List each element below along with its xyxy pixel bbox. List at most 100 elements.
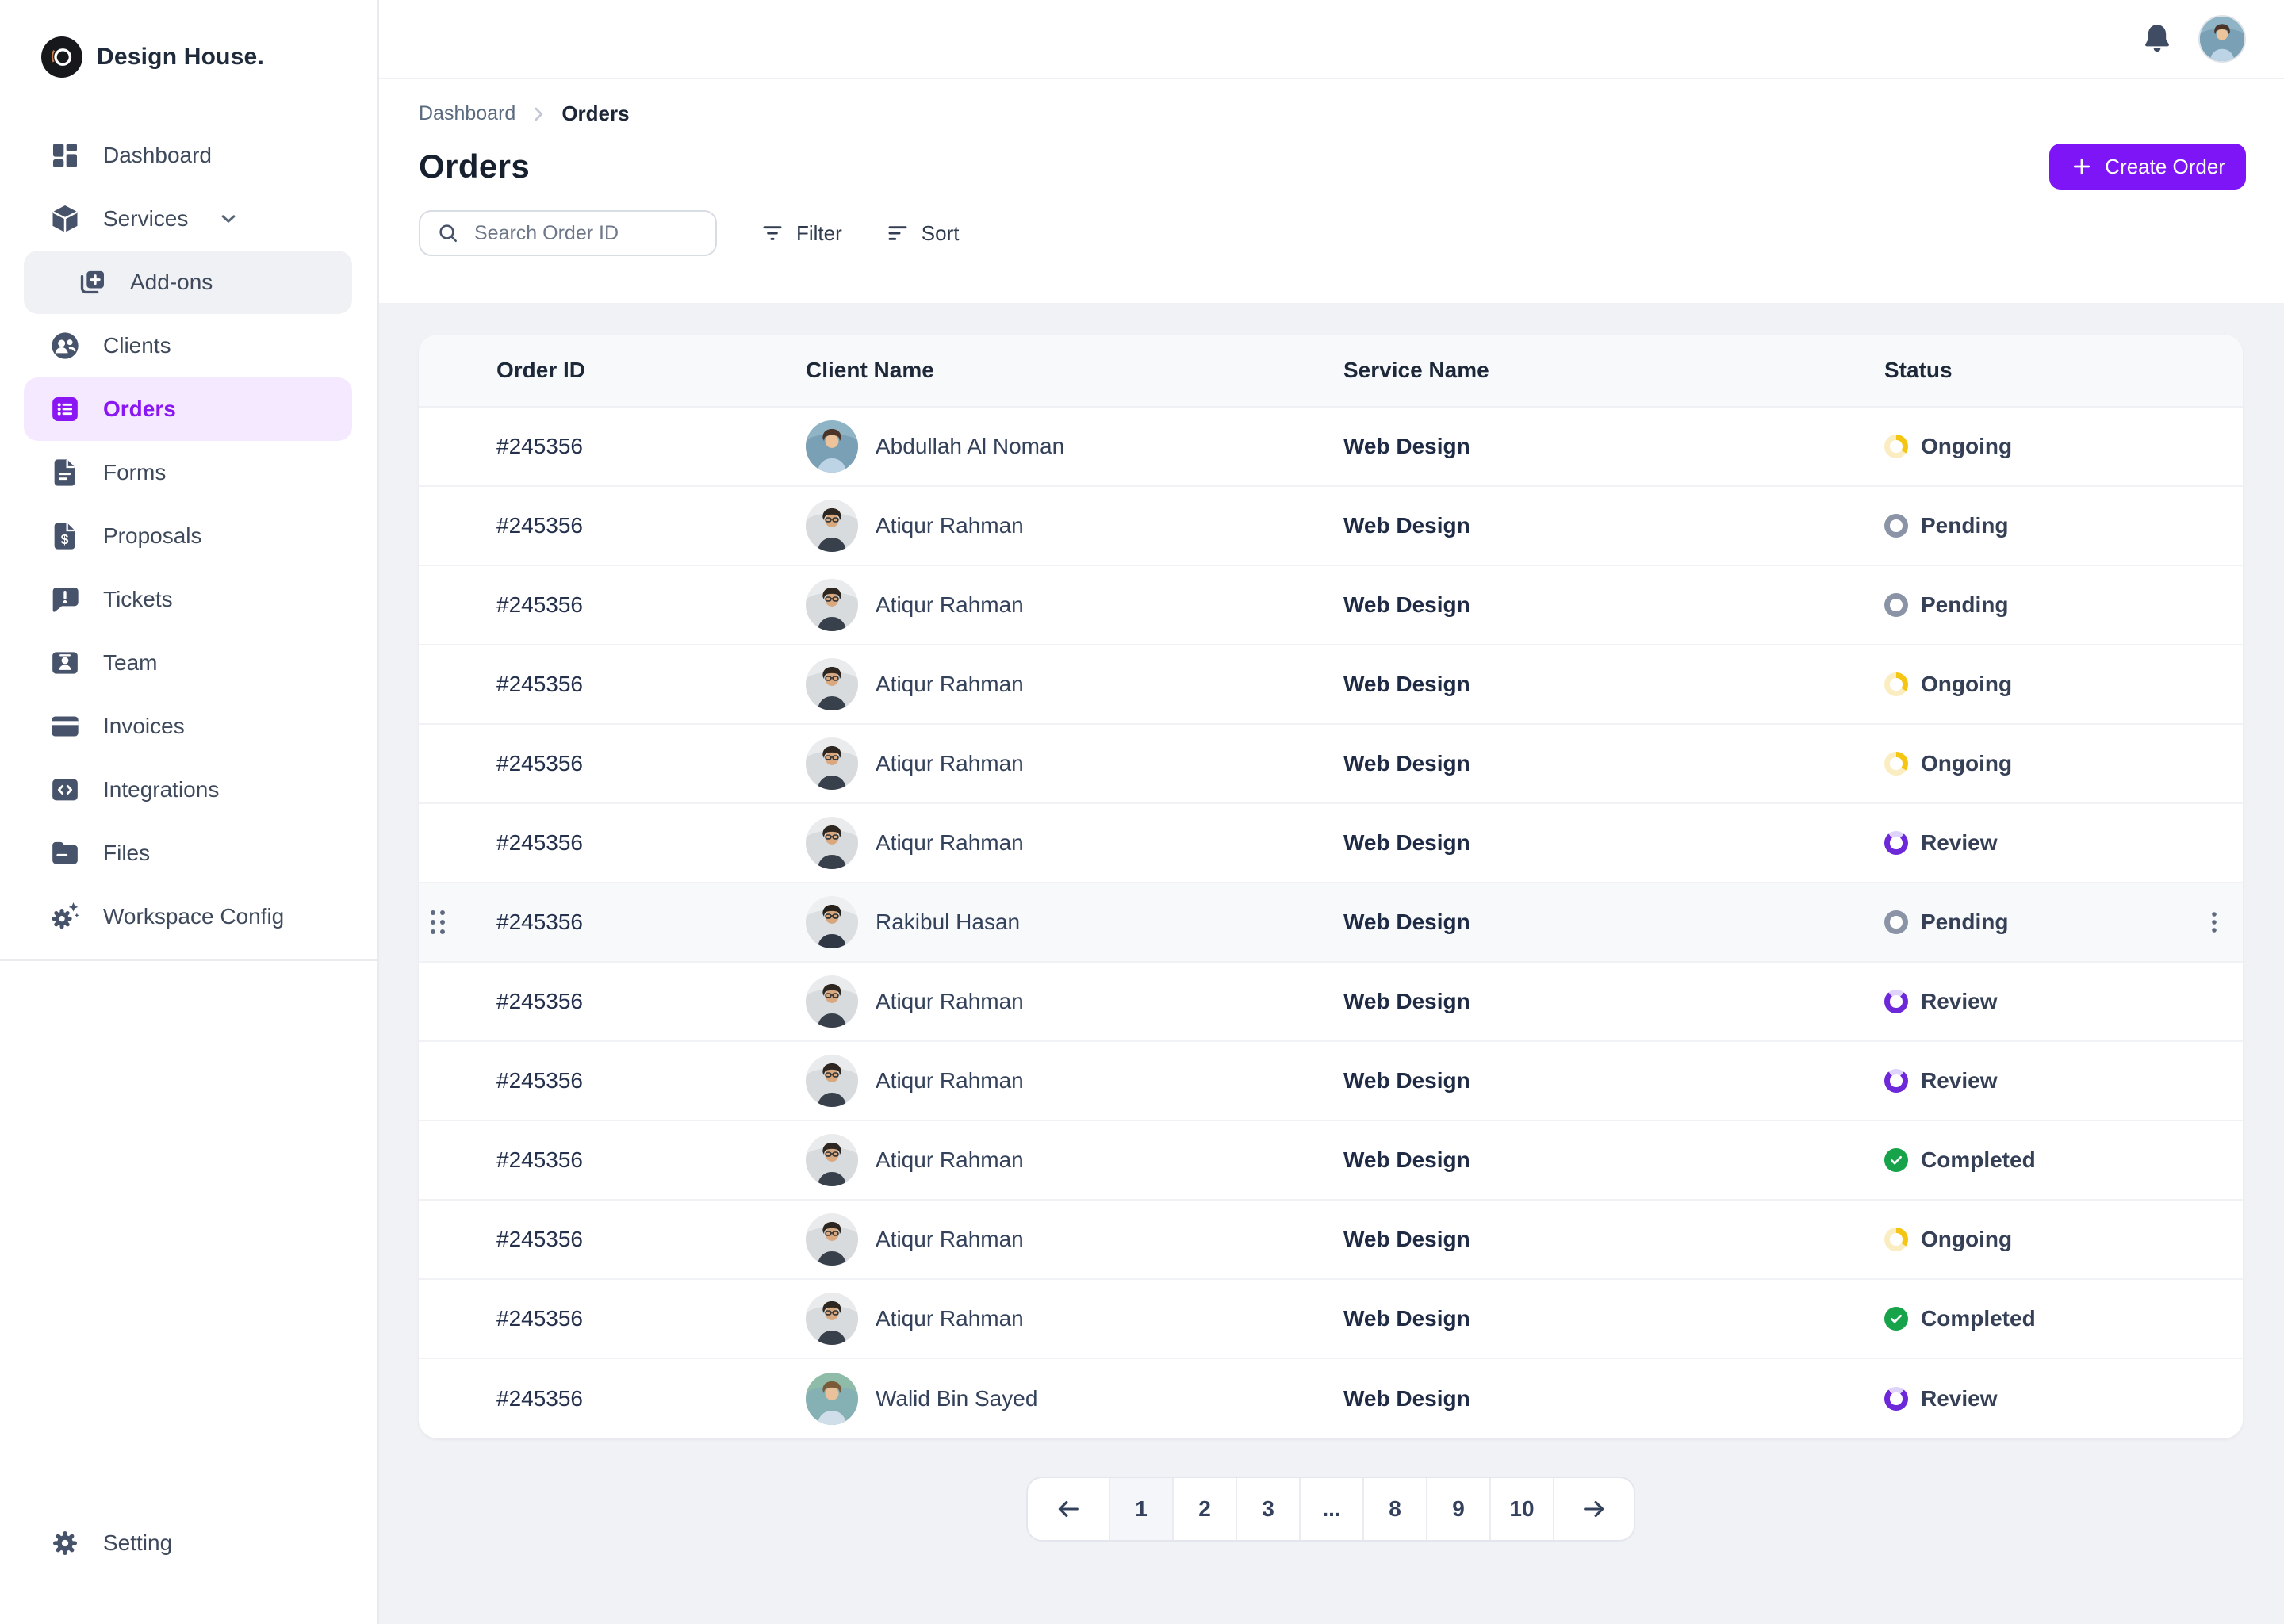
sidebar-item-files[interactable]: Files xyxy=(24,822,352,885)
create-order-button[interactable]: Create Order xyxy=(2049,144,2246,190)
client-name: Atiqur Rahman xyxy=(876,1227,1024,1251)
sort-button[interactable]: Sort xyxy=(885,220,960,246)
table-row[interactable]: #245356 Atiqur Rahman Web Design Review xyxy=(419,804,2243,883)
breadcrumb-current: Orders xyxy=(561,102,630,125)
page-button-2[interactable]: 2 xyxy=(1172,1478,1236,1540)
client-name: Atiqur Rahman xyxy=(876,830,1024,855)
sidebar-item-team[interactable]: Team xyxy=(24,631,352,695)
table-header: Order ID Client Name Service Name Status xyxy=(419,335,2243,408)
page-header: Dashboard Orders Orders Create Order F xyxy=(379,79,2284,303)
sidebar-item-services[interactable]: Services xyxy=(24,187,352,251)
services-box-icon xyxy=(49,203,81,235)
sidebar-item-invoices[interactable]: Invoices xyxy=(24,695,352,758)
filter-lines-icon xyxy=(760,220,785,246)
page-button-3[interactable]: 3 xyxy=(1236,1478,1299,1540)
user-avatar[interactable] xyxy=(2198,15,2246,63)
breadcrumb: Dashboard Orders xyxy=(419,102,2246,126)
next-page-button[interactable] xyxy=(1553,1478,1634,1540)
table-row[interactable]: #245356 Atiqur Rahman Web Design Review xyxy=(419,1042,2243,1121)
sidebar-item-integrations[interactable]: Integrations xyxy=(24,758,352,822)
status-pending-icon xyxy=(1884,593,1908,617)
sidebar-item-label: Orders xyxy=(103,396,176,421)
sidebar-item-clients[interactable]: Clients xyxy=(24,314,352,377)
chevron-down-icon xyxy=(217,207,240,231)
sidebar-item-orders[interactable]: Orders xyxy=(24,377,352,441)
sidebar-nav: Dashboard Services Add-ons Clients Orders For… xyxy=(0,124,377,948)
sidebar-item-label: Add-ons xyxy=(130,270,213,294)
order-id-cell: #245356 xyxy=(496,592,584,617)
service-cell: Web Design xyxy=(1343,830,1470,855)
sidebar-item-label: Clients xyxy=(103,333,171,358)
service-cell: Web Design xyxy=(1343,434,1470,458)
client-name: Atiqur Rahman xyxy=(876,1068,1024,1093)
filter-button[interactable]: Filter xyxy=(760,220,842,246)
sidebar-item-add-ons[interactable]: Add-ons xyxy=(24,251,352,314)
sidebar-item-setting[interactable]: Setting xyxy=(24,1511,352,1575)
topbar xyxy=(379,0,2284,79)
sidebar-item-label: Services xyxy=(103,206,189,231)
sidebar-item-forms[interactable]: Forms xyxy=(24,441,352,504)
dashboard-icon xyxy=(49,140,81,171)
table-row[interactable]: #245356 Atiqur Rahman Web Design Ongoing xyxy=(419,1201,2243,1280)
breadcrumb-dashboard-link[interactable]: Dashboard xyxy=(419,102,515,125)
status-review-icon xyxy=(1884,1069,1908,1093)
page-button-8[interactable]: 8 xyxy=(1362,1478,1426,1540)
client-name: Atiqur Rahman xyxy=(876,1306,1024,1331)
table-row[interactable]: #245356 Atiqur Rahman Web Design Complet… xyxy=(419,1280,2243,1359)
table-row[interactable]: #245356 Atiqur Rahman Web Design Ongoing xyxy=(419,645,2243,725)
table-row[interactable]: #245356 Atiqur Rahman Web Design Ongoing xyxy=(419,725,2243,804)
service-cell: Web Design xyxy=(1343,513,1470,538)
sidebar-item-workspace-config[interactable]: Workspace Config xyxy=(24,885,352,948)
status-cell: Ongoing xyxy=(1884,1227,2243,1252)
client-avatar xyxy=(806,737,858,790)
search-box[interactable] xyxy=(419,210,717,256)
drag-handle-icon[interactable] xyxy=(425,906,450,938)
client-name: Atiqur Rahman xyxy=(876,1147,1024,1172)
client-name: Atiqur Rahman xyxy=(876,751,1024,776)
status-completed-icon xyxy=(1884,1307,1908,1331)
status-cell: Review xyxy=(1884,989,2243,1014)
client-cell: Atiqur Rahman xyxy=(806,1213,1343,1266)
service-cell: Web Design xyxy=(1343,1306,1470,1331)
client-name: Atiqur Rahman xyxy=(876,672,1024,696)
table-row[interactable]: #245356 Atiqur Rahman Web Design Review xyxy=(419,963,2243,1042)
page-ellipsis[interactable]: ... xyxy=(1299,1478,1362,1540)
status-pending-icon xyxy=(1884,910,1908,934)
brand: Design House. xyxy=(0,0,377,78)
tickets-chat-alert-icon xyxy=(49,584,81,615)
status-pending-icon xyxy=(1884,514,1908,538)
table-row[interactable]: #245356 Atiqur Rahman Web Design Pending xyxy=(419,487,2243,566)
status-label: Ongoing xyxy=(1921,672,2013,696)
page-title: Orders xyxy=(419,147,531,185)
client-avatar xyxy=(806,500,858,552)
sidebar-item-tickets[interactable]: Tickets xyxy=(24,568,352,631)
page-button-9[interactable]: 9 xyxy=(1426,1478,1489,1540)
notifications-bell-icon[interactable] xyxy=(2140,21,2175,56)
pagination: 1 2 3... 8 9 10 xyxy=(1026,1477,1635,1542)
search-input[interactable] xyxy=(471,220,699,247)
title-row: Orders Create Order xyxy=(419,144,2246,190)
service-cell: Web Design xyxy=(1343,1227,1470,1251)
service-cell: Web Design xyxy=(1343,1147,1470,1172)
status-cell: Completed xyxy=(1884,1306,2243,1331)
client-cell: Atiqur Rahman xyxy=(806,1055,1343,1107)
orders-table: Order ID Client Name Service Name Status #2… xyxy=(419,335,2243,1438)
table-row[interactable]: #245356 Abdullah Al Noman Web Design Ong… xyxy=(419,408,2243,487)
table-row[interactable]: #245356 Walid Bin Sayed Web Design Revie… xyxy=(419,1359,2243,1438)
page-button-10[interactable]: 10 xyxy=(1489,1478,1553,1540)
team-id-card-icon xyxy=(49,647,81,679)
row-menu-icon[interactable] xyxy=(2202,910,2227,935)
client-cell: Rakibul Hasan xyxy=(806,896,1343,948)
sidebar-item-dashboard[interactable]: Dashboard xyxy=(24,124,352,187)
files-folder-icon xyxy=(49,837,81,869)
client-avatar xyxy=(806,1055,858,1107)
order-id-cell: #245356 xyxy=(496,672,584,696)
prev-page-button[interactable] xyxy=(1028,1478,1109,1540)
table-row[interactable]: #245356 Rakibul Hasan Web Design Pending xyxy=(419,883,2243,963)
table-row[interactable]: #245356 Atiqur Rahman Web Design Pending xyxy=(419,566,2243,645)
table-row[interactable]: #245356 Atiqur Rahman Web Design Complet… xyxy=(419,1121,2243,1201)
page-button-1[interactable]: 1 xyxy=(1109,1478,1172,1540)
sidebar-item-proposals[interactable]: $ Proposals xyxy=(24,504,352,568)
sort-label: Sort xyxy=(921,220,960,245)
filter-label: Filter xyxy=(796,220,842,245)
